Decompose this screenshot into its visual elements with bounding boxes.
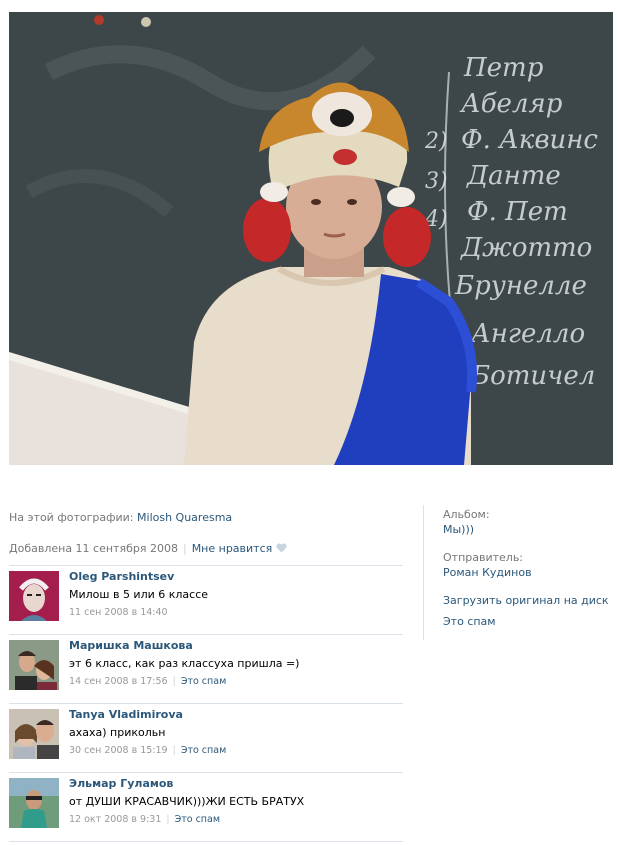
comment-author[interactable]: Маришка Машкова: [69, 639, 403, 653]
comment-text: эт 6 класс, как раз классуха пришла =): [69, 657, 300, 670]
photo-info: На этой фотографии: Milosh Quaresma Доба…: [9, 505, 403, 842]
comment-item: Эльмар Гуламов от ДУШИ КРАСАВЧИК)))ЖИ ЕС…: [9, 773, 403, 842]
chalk-line-5: Ф. Пет: [467, 197, 568, 227]
added-line: Добавлена 11 сентября 2008 | Мне нравится: [9, 538, 403, 559]
comments-list: Oleg Parshintsev Милош в 5 или 6 классе …: [9, 565, 403, 842]
column-divider: [423, 505, 424, 640]
sender-label: Отправитель:: [443, 551, 524, 564]
chalk-line-6: Джотто: [460, 233, 592, 263]
comment-item: Tanya Vladimirova ахаха) прикольн 30 сен…: [9, 704, 403, 773]
comment-date: 30 сен 2008 в 15:19: [69, 745, 168, 756]
avatar[interactable]: [9, 778, 59, 828]
chalk-line-2: Абеляр: [459, 89, 563, 119]
tags-line: На этой фотографии: Milosh Quaresma: [9, 507, 403, 528]
added-date: Добавлена 11 сентября 2008: [9, 542, 178, 555]
avatar[interactable]: [9, 640, 59, 690]
chalk-line-7: Брунелле: [454, 271, 587, 301]
comment-author[interactable]: Эльмар Гуламов: [69, 777, 403, 791]
report-spam-link[interactable]: Это спам: [443, 615, 496, 628]
comment-text: от ДУШИ КРАСАВЧИК)))ЖИ ЕСТЬ БРАТУХ: [69, 795, 305, 808]
comment-item: Oleg Parshintsev Милош в 5 или 6 классе …: [9, 566, 403, 635]
album-label: Альбом:: [443, 508, 490, 521]
like-link[interactable]: Мне нравится: [192, 542, 273, 555]
sender-link[interactable]: Роман Кудинов: [443, 566, 532, 579]
spam-link[interactable]: Это спам: [181, 676, 226, 687]
chalk-line-9: Ботичел: [470, 361, 595, 391]
divider: |: [172, 745, 176, 756]
photo-image: Петр Абеляр Ф. Аквинс Данте Ф. Пет Джотт…: [9, 12, 613, 465]
chalk-line-8: Ангелло: [469, 319, 585, 349]
album-link[interactable]: Мы))): [443, 523, 474, 536]
comment-author[interactable]: Oleg Parshintsev: [69, 570, 403, 584]
tagged-person-link[interactable]: Milosh Quaresma: [137, 511, 232, 524]
chalk-line-4: Данте: [466, 161, 561, 191]
avatar[interactable]: [9, 709, 59, 759]
heart-icon[interactable]: [276, 539, 287, 560]
divider: |: [166, 814, 170, 825]
avatar[interactable]: [9, 571, 59, 621]
main-photo[interactable]: Петр Абеляр Ф. Аквинс Данте Ф. Пет Джотт…: [9, 12, 613, 465]
divider: |: [172, 676, 176, 687]
comment-text: Милош в 5 или 6 классе: [69, 588, 209, 601]
chalk-line-3: Ф. Аквинс: [461, 125, 598, 155]
divider: |: [182, 542, 187, 555]
tags-label: На этой фотографии:: [9, 511, 134, 524]
comment-date: 11 сен 2008 в 14:40: [69, 607, 168, 618]
spam-link[interactable]: Это спам: [181, 745, 226, 756]
comment-author[interactable]: Tanya Vladimirova: [69, 708, 403, 722]
chalk-number-1: 2): [424, 129, 448, 154]
photo-sidebar: Альбом: Мы))) Отправитель: Роман Кудинов…: [443, 507, 613, 630]
comment-date: 12 окт 2008 в 9:31: [69, 814, 162, 825]
upload-original-link[interactable]: Загрузить оригинал на диск: [443, 594, 609, 607]
comment-text: ахаха) прикольн: [69, 726, 166, 739]
comment-date: 14 сен 2008 в 17:56: [69, 676, 168, 687]
spam-link[interactable]: Это спам: [175, 814, 220, 825]
comment-item: Маришка Машкова эт 6 класс, как раз клас…: [9, 635, 403, 704]
chalk-line-1: Петр: [463, 53, 544, 83]
